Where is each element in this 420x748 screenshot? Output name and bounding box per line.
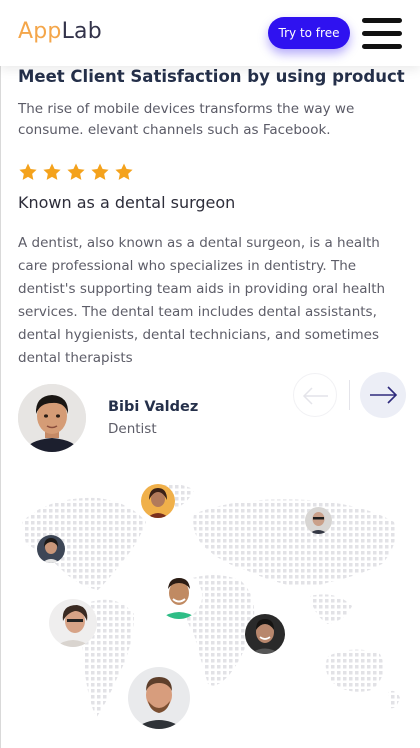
star-icon <box>91 163 109 180</box>
star-icon <box>67 163 85 180</box>
section-lead: The rise of mobile devices transforms th… <box>18 101 355 138</box>
logo-text-app: App <box>18 19 62 44</box>
top-bar: AppLab Try to free <box>0 0 420 66</box>
map-avatar-7 <box>128 667 190 729</box>
arrow-left-icon <box>302 387 328 405</box>
prev-button[interactable] <box>293 373 337 417</box>
testimonial-text: A dentist, also known as a dental surgeo… <box>18 235 386 366</box>
star-icon <box>19 163 37 180</box>
section-title: Meet Client Satisfaction by using produc… <box>18 67 405 86</box>
logo[interactable]: AppLab <box>18 19 102 44</box>
author-role: Dentist <box>108 421 157 437</box>
arrow-right-icon <box>370 386 398 404</box>
logo-text-lab: Lab <box>61 19 102 44</box>
author-name: Bibi Valdez <box>108 399 199 415</box>
star-icon <box>115 163 133 180</box>
hamburger-icon[interactable] <box>362 15 404 51</box>
author-avatar <box>18 384 86 452</box>
divider <box>0 0 1 748</box>
page: AppLab Try to free Meet Client Satisfact… <box>0 0 420 748</box>
testimonial-heading: Known as a dental surgeon <box>18 193 236 212</box>
map-avatar-3 <box>37 535 65 563</box>
star-icon <box>43 163 61 180</box>
map-avatar-1 <box>141 484 175 518</box>
map-avatar-4 <box>156 573 202 619</box>
star-rating <box>18 162 134 182</box>
try-free-button[interactable]: Try to free <box>268 17 350 49</box>
next-button[interactable] <box>360 372 406 418</box>
map-avatar-6 <box>245 614 285 654</box>
map-avatar-2 <box>305 507 332 534</box>
map-avatar-5 <box>49 599 97 647</box>
nav-divider <box>349 380 350 410</box>
